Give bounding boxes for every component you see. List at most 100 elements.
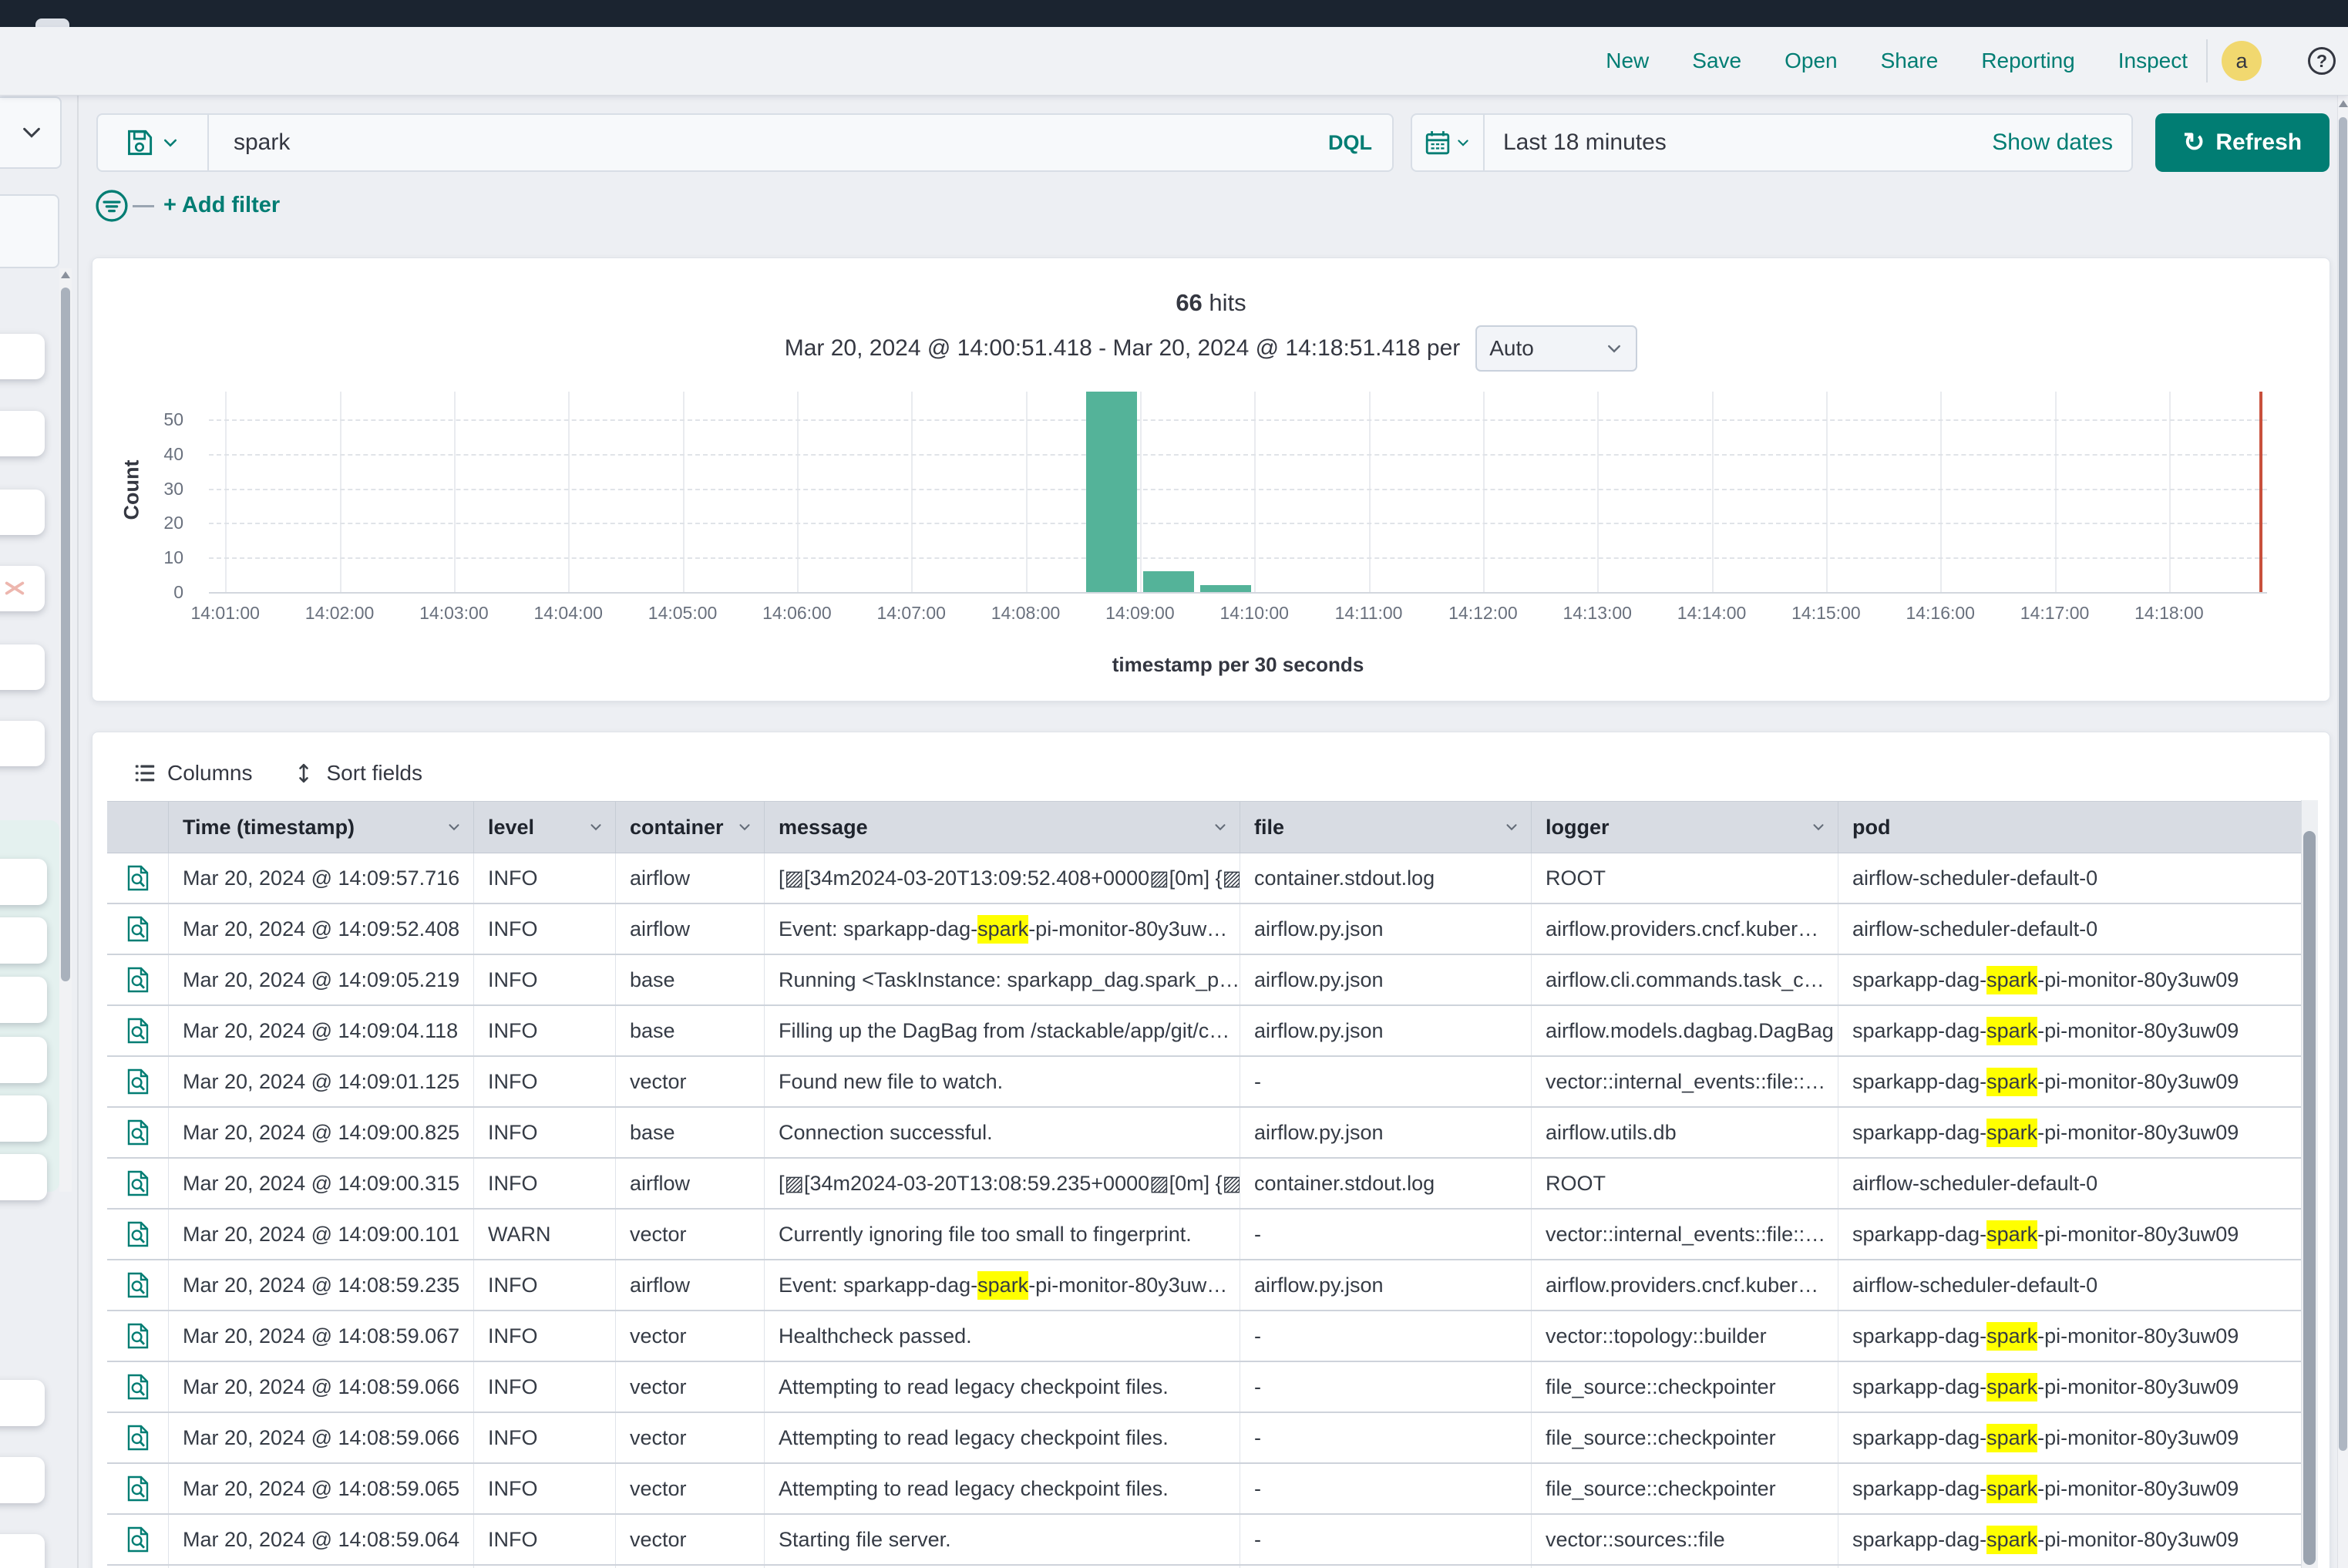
expand-document-icon[interactable]	[126, 1372, 150, 1401]
cell-message: Attempting to read legacy checkpoint fil…	[764, 1362, 1240, 1412]
sidebar-field-button[interactable]	[0, 859, 47, 905]
expand-document-icon[interactable]	[126, 1423, 150, 1452]
expand-document-icon[interactable]	[126, 1321, 150, 1351]
saved-query-menu-button[interactable]	[98, 115, 209, 170]
nav-item-open[interactable]: Open	[1785, 49, 1838, 73]
expand-document-icon[interactable]	[126, 1220, 150, 1249]
expand-document-icon[interactable]	[126, 1118, 150, 1147]
page-scroll-up-arrow[interactable]	[2339, 100, 2348, 107]
cell-container: airflow	[615, 904, 764, 954]
sidebar-field-button[interactable]	[0, 411, 45, 456]
sidebar-field-button[interactable]	[0, 1095, 47, 1142]
x-tick-label: 14:10:00	[1219, 603, 1289, 624]
avatar[interactable]: a	[2222, 41, 2262, 81]
grid-line	[340, 392, 341, 592]
sidebar-field-button[interactable]	[0, 490, 45, 535]
interval-select[interactable]: Auto	[1475, 325, 1637, 372]
nav-item-inspect[interactable]: Inspect	[2118, 49, 2188, 73]
table-row: Mar 20, 2024 @ 14:09:01.125INFOvectorFou…	[107, 1057, 2302, 1108]
sidebar-field-button[interactable]	[0, 1380, 45, 1426]
app-header-bar	[0, 0, 2348, 27]
cell-message: Filling up the DagBag from /stackable/ap…	[764, 1006, 1240, 1055]
time-range-value[interactable]: Last 18 minutes	[1485, 130, 1667, 156]
x-tick-label: 14:13:00	[1563, 603, 1632, 624]
histogram-panel: 66 hits Mar 20, 2024 @ 14:00:51.418 - Ma…	[92, 257, 2330, 702]
table-header-time[interactable]: Time (timestamp)	[168, 802, 473, 853]
sidebar-field-button[interactable]	[0, 1534, 45, 1568]
sidebar-field-button[interactable]	[0, 917, 47, 964]
nav-item-new[interactable]: New	[1606, 49, 1649, 73]
x-tick-label: 14:04:00	[533, 603, 603, 624]
page-scrollbar-thumb[interactable]	[2339, 117, 2347, 1451]
expand-document-icon[interactable]	[126, 1016, 150, 1045]
sidebar-field-button[interactable]	[0, 1037, 47, 1083]
x-tick-label: 14:02:00	[305, 603, 375, 624]
grid-line	[1712, 392, 1714, 592]
cell-time: Mar 20, 2024 @ 14:09:05.219	[168, 955, 473, 1004]
table-row: Mar 20, 2024 @ 14:09:05.219INFObaseRunni…	[107, 955, 2302, 1006]
sidebar-field-button[interactable]	[0, 721, 45, 766]
chevron-down-icon[interactable]	[736, 819, 753, 836]
cell-file: airflow.py.json	[1240, 1108, 1531, 1157]
expand-document-icon[interactable]	[126, 914, 150, 944]
cell-time: Mar 20, 2024 @ 14:09:01.125	[168, 1057, 473, 1106]
cell-file: container.stdout.log	[1240, 1159, 1531, 1208]
columns-button[interactable]: Columns	[133, 761, 252, 786]
table-header-container[interactable]: container	[615, 802, 764, 853]
time-span-line: Mar 20, 2024 @ 14:00:51.418 - Mar 20, 20…	[93, 325, 2329, 372]
sort-fields-button[interactable]: Sort fields	[292, 761, 422, 786]
chevron-down-icon[interactable]	[446, 819, 463, 836]
table-header-logger[interactable]: logger	[1531, 802, 1838, 853]
expand-document-icon[interactable]	[126, 1067, 150, 1096]
nav-item-save[interactable]: Save	[1692, 49, 1741, 73]
sidebar-scroll-up-arrow[interactable]	[61, 271, 70, 278]
expand-document-icon[interactable]	[126, 1270, 150, 1300]
cell-level: INFO	[473, 1006, 615, 1055]
table-header-level[interactable]: level	[473, 802, 615, 853]
expand-document-icon[interactable]	[126, 863, 150, 893]
help-icon[interactable]: ?	[2308, 47, 2336, 75]
sidebar-field-button[interactable]	[0, 977, 47, 1023]
cell-file: airflow.py.json	[1240, 1006, 1531, 1055]
refresh-button[interactable]: ↻ Refresh	[2155, 113, 2329, 172]
sidebar-field-button[interactable]	[0, 1154, 47, 1200]
chevron-down-icon[interactable]	[587, 819, 604, 836]
table-header-message[interactable]: message	[764, 802, 1240, 853]
cell-expand	[107, 904, 168, 954]
search-input[interactable]: spark	[209, 130, 1328, 156]
chevron-down-icon[interactable]	[1503, 819, 1520, 836]
remove-field-icon[interactable]	[3, 577, 26, 600]
expand-document-icon[interactable]	[126, 1169, 150, 1198]
chevron-down-icon[interactable]	[1810, 819, 1827, 836]
nav-item-share[interactable]: Share	[1881, 49, 1939, 73]
chevron-down-icon	[1455, 135, 1471, 150]
quick-select-menu-button[interactable]	[1412, 115, 1485, 170]
x-tick-label: 14:05:00	[648, 603, 718, 624]
histogram-bar-14:08:30	[1086, 392, 1137, 592]
add-filter-button[interactable]: + Add filter	[163, 193, 280, 218]
query-language-button[interactable]: DQL	[1328, 131, 1392, 155]
sidebar-field-button[interactable]	[0, 1457, 45, 1503]
histogram-plot	[209, 392, 2267, 592]
nav-item-reporting[interactable]: Reporting	[1981, 49, 2074, 73]
cell-message: Event: sparkapp-dag-spark-pi-monitor-80y…	[764, 904, 1240, 954]
y-tick-label: 20	[93, 512, 183, 533]
sidebar-scrollbar-thumb[interactable]	[61, 288, 70, 981]
expand-document-icon[interactable]	[126, 965, 150, 994]
table-scrollbar-thumb[interactable]	[2303, 831, 2316, 1565]
expand-document-icon[interactable]	[126, 1525, 150, 1554]
expand-document-icon[interactable]	[126, 1474, 150, 1503]
cell-time: Mar 20, 2024 @ 14:08:59.066	[168, 1362, 473, 1412]
sidebar-collapsed-select[interactable]	[0, 96, 62, 169]
sidebar-field-button[interactable]	[0, 334, 45, 379]
chevron-down-icon[interactable]	[1212, 819, 1229, 836]
cell-level: INFO	[473, 955, 615, 1004]
table-header-pod[interactable]: pod	[1838, 802, 2302, 853]
filter-settings-icon[interactable]	[95, 189, 129, 223]
x-tick-label: 14:09:00	[1105, 603, 1175, 624]
sidebar-field-button[interactable]	[0, 644, 45, 690]
cell-container: base	[615, 955, 764, 1004]
show-dates-button[interactable]: Show dates	[1992, 130, 2131, 156]
table-header-file[interactable]: file	[1240, 802, 1531, 853]
grid-line	[454, 392, 456, 592]
